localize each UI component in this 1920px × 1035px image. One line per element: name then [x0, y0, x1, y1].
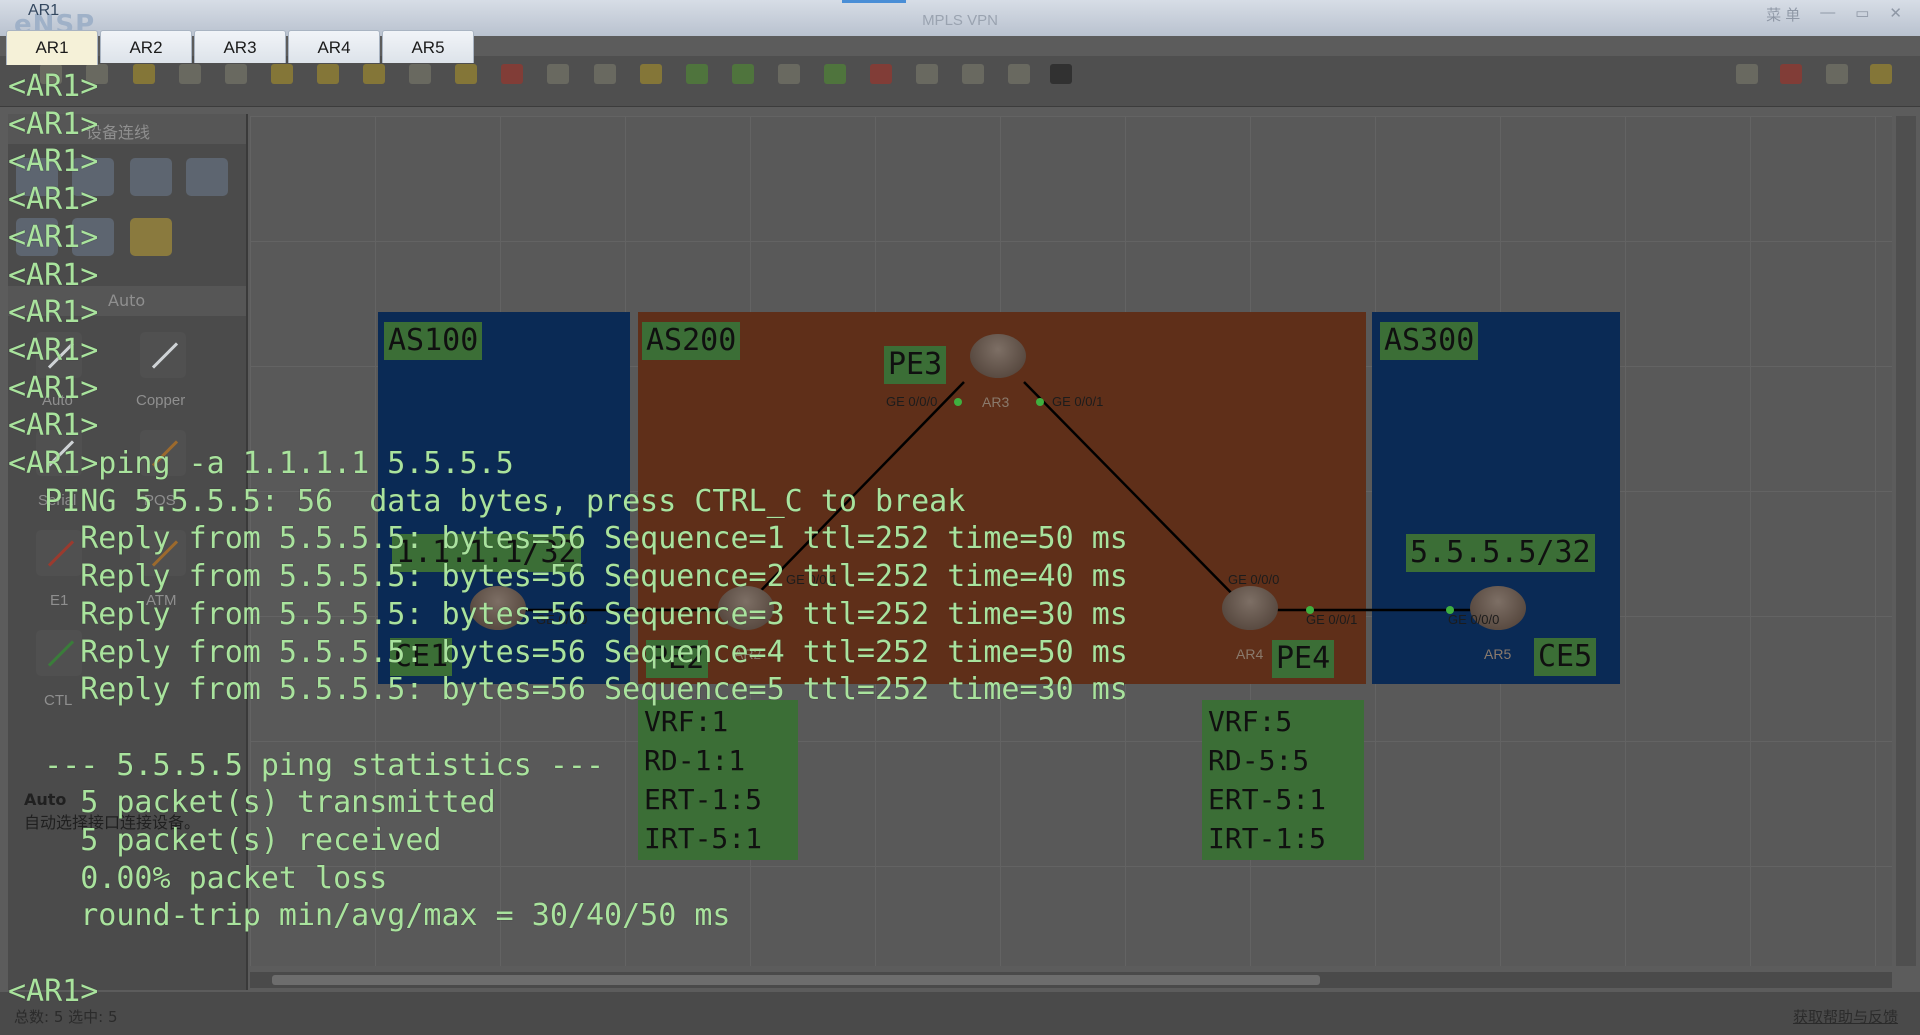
terminal-line: <AR1> [8, 370, 99, 406]
terminal-line: --- 5.5.5.5 ping statistics --- [8, 747, 605, 783]
terminal-line: Reply from 5.5.5.5: bytes=56 Sequence=1 … [8, 521, 1128, 557]
tab-ar1[interactable]: AR1 [6, 30, 98, 65]
terminal-text: <AR1> <AR1> <AR1> <AR1> <AR1> <AR1> <AR1> <AR1>… [8, 68, 1128, 1011]
terminal-line: <AR1> [8, 219, 99, 255]
tab-ar4[interactable]: AR4 [288, 30, 380, 63]
terminal-line: PING 5.5.5.5: 56 data bytes, press CTRL_… [8, 483, 966, 519]
terminal-line: Reply from 5.5.5.5: bytes=56 Sequence=2 … [8, 559, 1128, 595]
terminal-line: <AR1> [8, 182, 99, 218]
terminal-line: <AR1> [8, 295, 99, 331]
terminal-line: 0.00% packet loss [8, 860, 388, 896]
terminal-line: 5 packet(s) transmitted [8, 785, 496, 821]
terminal-line: 5 packet(s) received [8, 823, 442, 859]
terminal-line: Reply from 5.5.5.5: bytes=56 Sequence=5 … [8, 672, 1128, 708]
terminal-line: <AR1> [8, 69, 99, 104]
terminal-line: <AR1> [8, 106, 99, 142]
console-tabs: AR1 AR2 AR3 AR4 AR5 [6, 30, 476, 65]
terminal-line: round-trip min/avg/max = 30/40/50 ms [8, 898, 731, 934]
tab-ar5[interactable]: AR5 [382, 30, 474, 63]
console-vertical-scrollbar[interactable] [1896, 116, 1916, 966]
terminal-line: <AR1>ping -a 1.1.1.1 5.5.5.5 [8, 446, 514, 482]
tab-ar3[interactable]: AR3 [194, 30, 286, 63]
terminal-line: Reply from 5.5.5.5: bytes=56 Sequence=3 … [8, 596, 1128, 632]
help-feedback-link[interactable]: 获取帮助与反馈 [1793, 1006, 1898, 1027]
terminal-line: <AR1> [8, 332, 99, 368]
tab-ar2[interactable]: AR2 [100, 30, 192, 63]
console-window-title: AR1 [28, 2, 60, 19]
terminal-output[interactable]: <AR1> <AR1> <AR1> <AR1> <AR1> <AR1> <AR1> <AR1>… [0, 68, 1896, 1009]
terminal-line: Reply from 5.5.5.5: bytes=56 Sequence=4 … [8, 634, 1128, 670]
terminal-line: <AR1> [8, 144, 99, 180]
terminal-prompt: <AR1> [8, 973, 99, 1009]
terminal-line: <AR1> [8, 408, 99, 444]
terminal-line: <AR1> [8, 257, 99, 293]
